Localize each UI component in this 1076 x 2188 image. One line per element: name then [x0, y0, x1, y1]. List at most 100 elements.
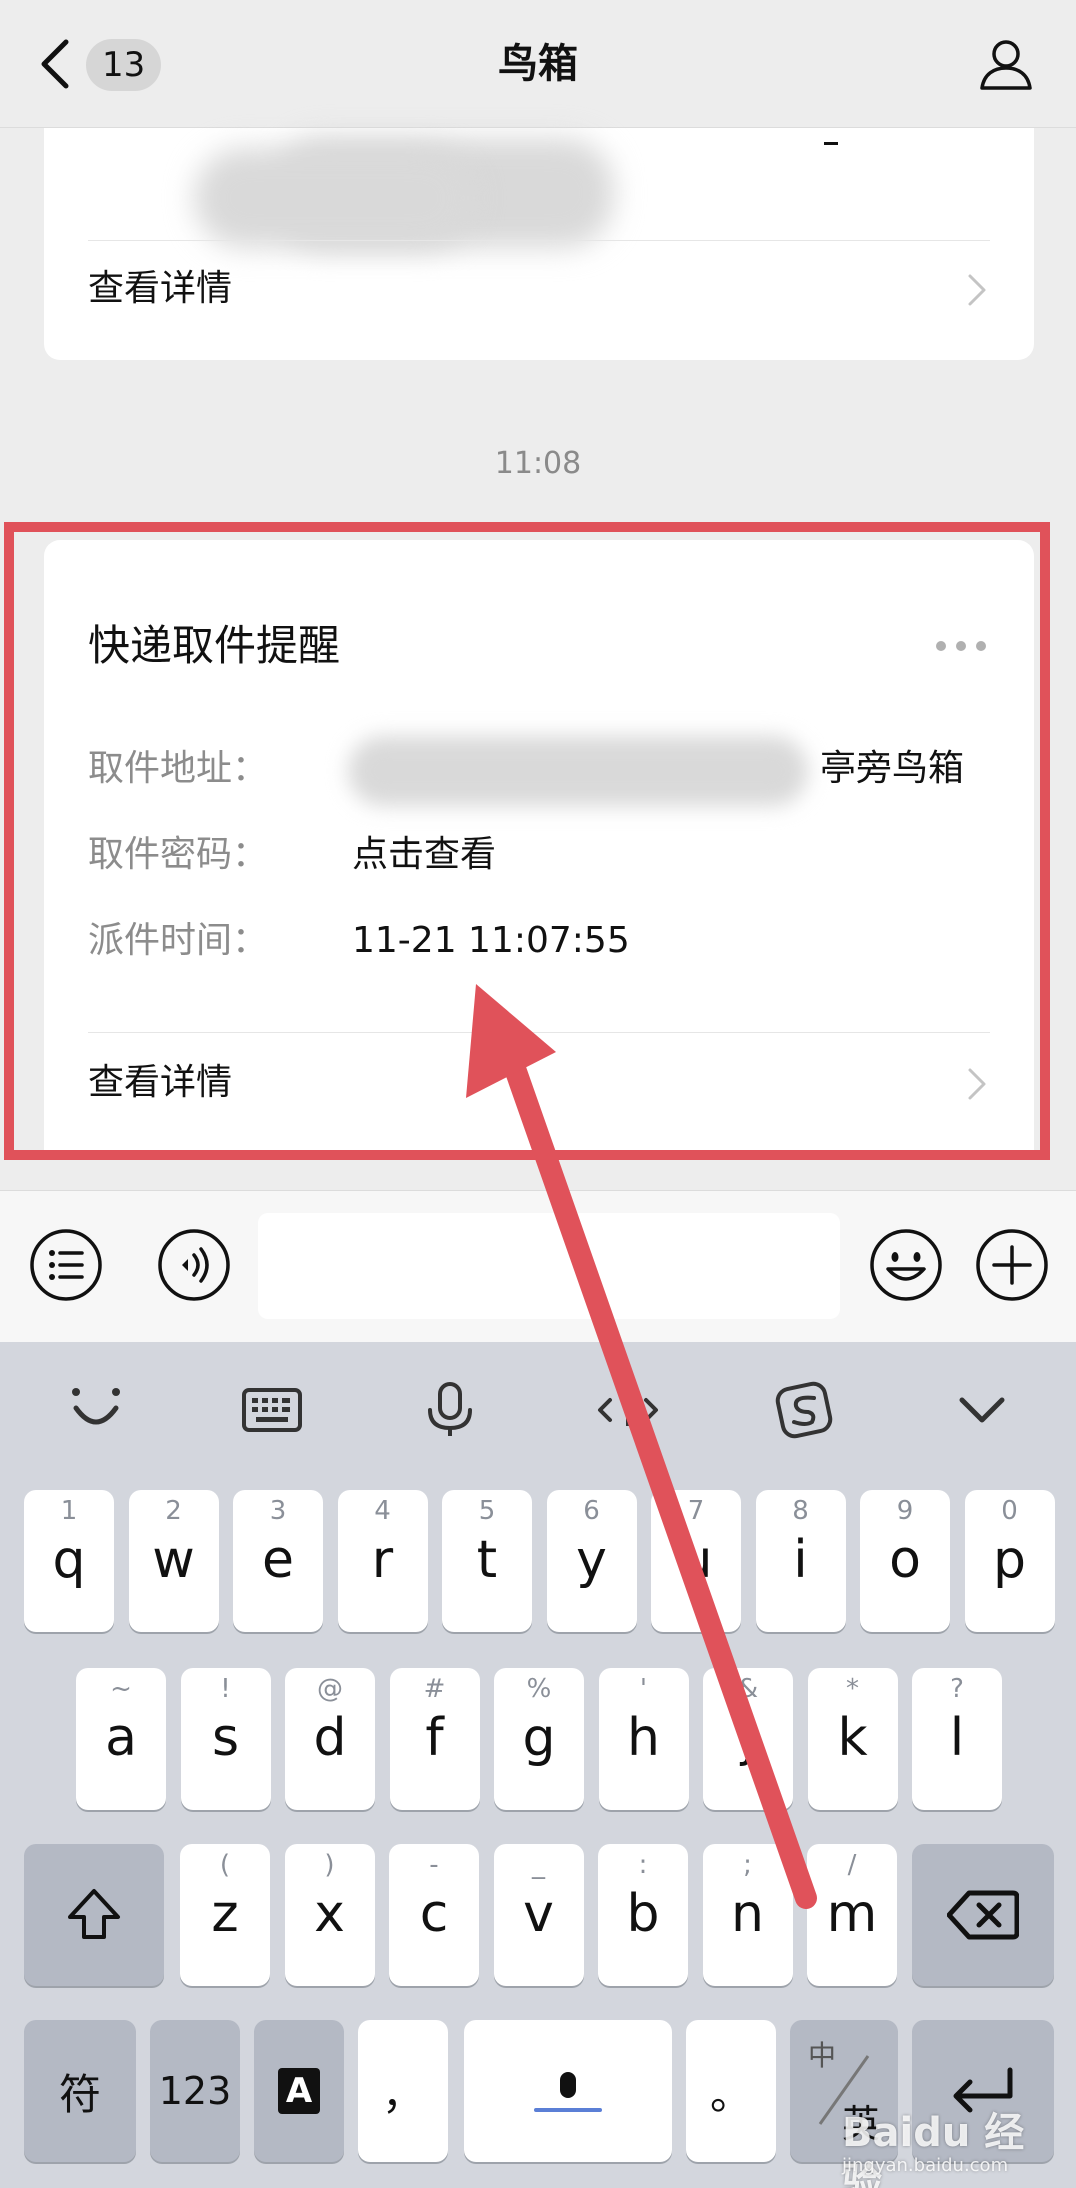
key-i[interactable]: 8i	[755, 1490, 846, 1632]
font-key[interactable]: A	[254, 2020, 344, 2162]
delivery-time-field: 派件时间： 11-21 11:07:55	[88, 916, 988, 966]
key-hint: 6	[583, 1496, 600, 1526]
key-o[interactable]: 9o	[860, 1490, 950, 1632]
view-details-link[interactable]: 查看详情	[88, 250, 990, 330]
key-hint: 9	[896, 1496, 914, 1526]
keyboard-icon[interactable]	[240, 1378, 304, 1442]
divider	[88, 1032, 990, 1033]
key-letter: l	[949, 1708, 965, 1768]
key-hint: 7	[687, 1496, 705, 1526]
field-value: 亭旁鸟箱	[820, 748, 965, 789]
key-letter: m	[826, 1884, 878, 1944]
key-k[interactable]: * k	[807, 1668, 898, 1810]
collapse-icon[interactable]	[950, 1378, 1014, 1442]
key-z[interactable]: (z	[180, 1844, 270, 1986]
key-hint: 4	[374, 1496, 391, 1526]
key-w[interactable]: 2w	[128, 1490, 219, 1632]
shift-key[interactable]	[24, 1844, 164, 1986]
key-letter: i	[793, 1530, 808, 1590]
message-timestamp: 11:08	[494, 446, 582, 481]
space-key[interactable]	[464, 2020, 672, 2162]
key-letter: f	[425, 1708, 444, 1768]
key-hint: '	[639, 1674, 648, 1704]
key-letter: w	[152, 1530, 195, 1590]
symbol-key-label: 符	[58, 2069, 101, 2119]
person-icon[interactable]	[978, 36, 1034, 92]
key-letter: b	[626, 1884, 660, 1944]
key-hint: 1	[60, 1496, 78, 1526]
key-s[interactable]: ! s	[180, 1668, 271, 1810]
field-value[interactable]: 点击查看	[352, 830, 496, 880]
key-hint: /	[847, 1850, 857, 1880]
key-v[interactable]: _ v	[493, 1844, 584, 1986]
key-u[interactable]: 7u	[651, 1490, 741, 1632]
divider	[88, 240, 990, 241]
symbol-key[interactable]: 符	[24, 2020, 136, 2162]
key-hint: 0	[1001, 1496, 1018, 1526]
key-b[interactable]: :b	[598, 1844, 688, 1986]
key-hint: )	[324, 1850, 335, 1880]
key-x[interactable]: ) x	[284, 1844, 375, 1986]
comma-key-label: ，	[381, 2069, 424, 2119]
key-hint: @	[317, 1674, 343, 1704]
watermark: Baidu 经验 jingyan.baidu.com	[842, 2108, 1032, 2188]
card-title: 快递取件提醒	[88, 621, 341, 670]
key-letter: c	[419, 1884, 449, 1944]
key-h[interactable]: ' h	[598, 1668, 689, 1810]
key-letter: s	[211, 1708, 240, 1768]
key-e[interactable]: 3e	[233, 1490, 323, 1632]
view-details-link[interactable]: 查看详情	[88, 1044, 990, 1124]
message-input[interactable]	[258, 1213, 840, 1319]
key-n[interactable]: ; n	[702, 1844, 793, 1986]
key-l[interactable]: ? l	[912, 1668, 1002, 1810]
key-d[interactable]: @ d	[285, 1668, 375, 1810]
menu-list-icon[interactable]	[28, 1227, 104, 1303]
watermark-url: jingyan.baidu.com	[842, 2155, 1009, 2176]
pickup-code-field[interactable]: 取件密码： 点击查看	[88, 830, 988, 880]
number-key[interactable]: 123	[150, 2020, 240, 2162]
key-m[interactable]: / m	[807, 1844, 897, 1986]
backspace-icon	[947, 1890, 1019, 1940]
voice-icon[interactable]	[156, 1227, 232, 1303]
more-options-icon[interactable]	[934, 636, 988, 656]
key-a[interactable]: ~ a	[76, 1668, 166, 1810]
key-hint: ;	[743, 1850, 752, 1880]
key-g[interactable]: % g	[494, 1668, 584, 1810]
key-letter: q	[52, 1530, 86, 1590]
plus-icon[interactable]	[974, 1227, 1050, 1303]
key-j[interactable]: & j	[703, 1668, 793, 1810]
chat-input-bar	[0, 1190, 1076, 1342]
key-letter: z	[211, 1884, 239, 1944]
key-p[interactable]: 0p	[964, 1490, 1055, 1632]
key-y[interactable]: 6y	[546, 1490, 637, 1632]
key-letter: p	[992, 1530, 1026, 1590]
view-details-label: 查看详情	[88, 1062, 233, 1103]
emoji-icon[interactable]	[868, 1227, 944, 1303]
redacted-address	[348, 736, 808, 806]
chat-title: 鸟箱	[498, 41, 578, 87]
key-hint: _	[532, 1850, 545, 1880]
key-c[interactable]: -c	[389, 1844, 479, 1986]
key-r[interactable]: 4r	[337, 1490, 428, 1632]
key-q[interactable]: 1q	[24, 1490, 114, 1632]
microphone-icon	[534, 2072, 602, 2112]
key-t[interactable]: 5t	[442, 1490, 532, 1632]
smile-icon[interactable]	[64, 1378, 128, 1442]
cursor-move-icon[interactable]	[596, 1378, 660, 1442]
keyboard: 符 123 A ， 。 中 英 1q 2 w 3 e 4 r 5 t 6 y 7…	[0, 1342, 1076, 2188]
backspace-key[interactable]	[912, 1844, 1054, 1986]
key-hint: (	[219, 1850, 231, 1880]
microphone-icon[interactable]	[418, 1378, 482, 1442]
view-details-label: 查看详情	[88, 268, 233, 309]
key-hint: 5	[478, 1496, 496, 1526]
key-hint: %	[526, 1674, 552, 1704]
key-f[interactable]: # f	[389, 1668, 480, 1810]
period-key[interactable]: 。	[686, 2020, 776, 2162]
key-hint: ~	[110, 1674, 132, 1704]
key-hint: 3	[269, 1496, 287, 1526]
key-letter: x	[314, 1884, 345, 1944]
comma-key[interactable]: ，	[358, 2020, 448, 2162]
sogou-logo-icon[interactable]	[772, 1378, 836, 1442]
message-card-previous: 查看详情	[44, 128, 1034, 360]
chat-header: 13 鸟箱	[0, 0, 1076, 128]
